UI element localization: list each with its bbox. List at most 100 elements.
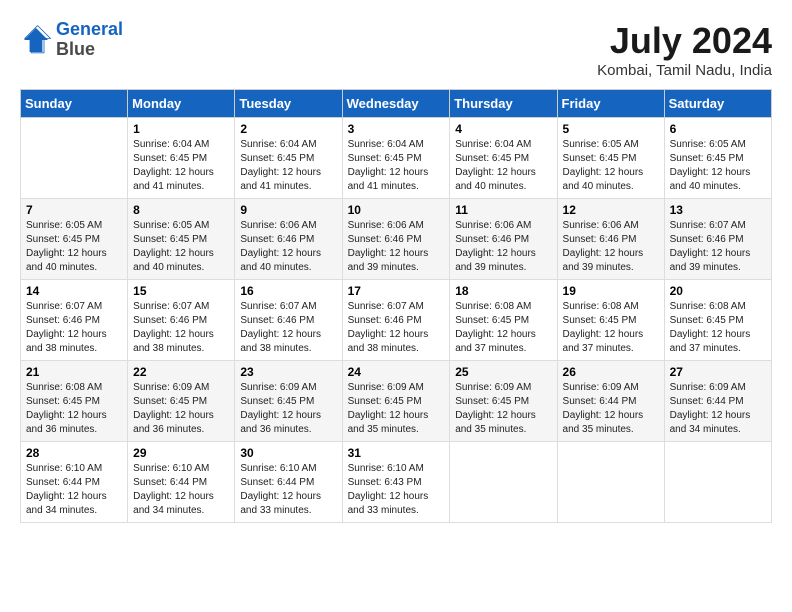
day-info: Sunrise: 6:08 AMSunset: 6:45 PMDaylight:… [26,381,122,437]
day-info: Sunrise: 6:08 AMSunset: 6:45 PMDaylight:… [455,300,551,356]
day-info: Sunrise: 6:04 AMSunset: 6:45 PMDaylight:… [455,138,551,194]
day-number: 4 [455,122,551,136]
week-row-3: 14 Sunrise: 6:07 AMSunset: 6:46 PMDayligh… [21,280,772,361]
day-number: 17 [348,284,445,298]
month-title: July 2024 [597,20,772,62]
day-info: Sunrise: 6:07 AMSunset: 6:46 PMDaylight:… [133,300,229,356]
calendar-cell: 29 Sunrise: 6:10 AMSunset: 6:44 PMDayligh… [128,442,235,523]
calendar-cell: 7 Sunrise: 6:05 AMSunset: 6:45 PMDaylight… [21,199,128,280]
week-row-2: 7 Sunrise: 6:05 AMSunset: 6:45 PMDaylight… [21,199,772,280]
day-info: Sunrise: 6:10 AMSunset: 6:43 PMDaylight:… [348,462,445,518]
calendar-cell: 5Sunrise: 6:05 AMSunset: 6:45 PMDaylight… [557,118,664,199]
day-info: Sunrise: 6:07 AMSunset: 6:46 PMDaylight:… [670,219,766,275]
day-number: 3 [348,122,445,136]
day-number: 30 [240,446,336,460]
day-info: Sunrise: 6:09 AMSunset: 6:45 PMDaylight:… [133,381,229,437]
day-number: 31 [348,446,445,460]
logo-text: GeneralBlue [56,20,123,60]
calendar-cell: 15Sunrise: 6:07 AMSunset: 6:46 PMDayligh… [128,280,235,361]
day-info: Sunrise: 6:07 AMSunset: 6:46 PMDaylight:… [26,300,122,356]
day-number: 10 [348,203,445,217]
calendar-cell: 1Sunrise: 6:04 AMSunset: 6:45 PMDaylight… [128,118,235,199]
day-number: 14 [26,284,122,298]
day-number: 7 [26,203,122,217]
day-info: Sunrise: 6:05 AMSunset: 6:45 PMDaylight:… [26,219,122,275]
day-info: Sunrise: 6:10 AMSunset: 6:44 PMDaylight:… [133,462,229,518]
calendar-cell: 16 Sunrise: 6:07 AMSunset: 6:46 PMDayligh… [235,280,342,361]
day-info: Sunrise: 6:10 AMSunset: 6:44 PMDaylight:… [26,462,122,518]
day-info: Sunrise: 6:10 AMSunset: 6:44 PMDaylight:… [240,462,336,518]
calendar-cell: 21 Sunrise: 6:08 AMSunset: 6:45 PMDayligh… [21,361,128,442]
day-info: Sunrise: 6:07 AMSunset: 6:46 PMDaylight:… [240,300,336,356]
day-number: 24 [348,365,445,379]
day-number: 25 [455,365,551,379]
week-row-1: 1Sunrise: 6:04 AMSunset: 6:45 PMDaylight… [21,118,772,199]
weekday-header-friday: Friday [557,90,664,118]
calendar-cell: 19 Sunrise: 6:08 AMSunset: 6:45 PMDayligh… [557,280,664,361]
day-info: Sunrise: 6:09 AMSunset: 6:45 PMDaylight:… [240,381,336,437]
calendar-cell: 17Sunrise: 6:07 AMSunset: 6:46 PMDayligh… [342,280,450,361]
day-number: 23 [240,365,336,379]
day-info: Sunrise: 6:06 AMSunset: 6:46 PMDaylight:… [455,219,551,275]
calendar-cell: 27 Sunrise: 6:09 AMSunset: 6:44 PMDayligh… [664,361,771,442]
calendar-cell: 2Sunrise: 6:04 AMSunset: 6:45 PMDaylight… [235,118,342,199]
day-number: 27 [670,365,766,379]
calendar-cell: 6 Sunrise: 6:05 AMSunset: 6:45 PMDaylight… [664,118,771,199]
day-info: Sunrise: 6:05 AMSunset: 6:45 PMDaylight:… [670,138,766,194]
calendar-cell: 24 Sunrise: 6:09 AMSunset: 6:45 PMDayligh… [342,361,450,442]
calendar-table: SundayMondayTuesdayWednesdayThursdayFrid… [20,89,772,523]
calendar-cell: 18 Sunrise: 6:08 AMSunset: 6:45 PMDayligh… [450,280,557,361]
day-number: 2 [240,122,336,136]
day-number: 20 [670,284,766,298]
day-info: Sunrise: 6:06 AMSunset: 6:46 PMDaylight:… [563,219,659,275]
calendar-cell: 26Sunrise: 6:09 AMSunset: 6:44 PMDayligh… [557,361,664,442]
week-row-4: 21 Sunrise: 6:08 AMSunset: 6:45 PMDayligh… [21,361,772,442]
weekday-header-wednesday: Wednesday [342,90,450,118]
logo: GeneralBlue [20,20,123,60]
day-info: Sunrise: 6:05 AMSunset: 6:45 PMDaylight:… [133,219,229,275]
day-number: 11 [455,203,551,217]
day-info: Sunrise: 6:06 AMSunset: 6:46 PMDaylight:… [240,219,336,275]
location: Kombai, Tamil Nadu, India [597,62,772,79]
title-block: July 2024 Kombai, Tamil Nadu, India [597,20,772,79]
day-number: 8 [133,203,229,217]
day-info: Sunrise: 6:04 AMSunset: 6:45 PMDaylight:… [133,138,229,194]
day-info: Sunrise: 6:09 AMSunset: 6:44 PMDaylight:… [563,381,659,437]
day-number: 22 [133,365,229,379]
day-number: 16 [240,284,336,298]
calendar-cell: 14 Sunrise: 6:07 AMSunset: 6:46 PMDayligh… [21,280,128,361]
day-number: 12 [563,203,659,217]
day-number: 6 [670,122,766,136]
logo-icon [20,24,52,56]
day-number: 9 [240,203,336,217]
calendar-cell: 31 Sunrise: 6:10 AMSunset: 6:43 PMDayligh… [342,442,450,523]
calendar-cell: 23 Sunrise: 6:09 AMSunset: 6:45 PMDayligh… [235,361,342,442]
day-number: 29 [133,446,229,460]
day-number: 19 [563,284,659,298]
calendar-cell [21,118,128,199]
calendar-cell: 22 Sunrise: 6:09 AMSunset: 6:45 PMDayligh… [128,361,235,442]
day-info: Sunrise: 6:08 AMSunset: 6:45 PMDaylight:… [563,300,659,356]
day-info: Sunrise: 6:09 AMSunset: 6:44 PMDaylight:… [670,381,766,437]
calendar-cell: 8 Sunrise: 6:05 AMSunset: 6:45 PMDaylight… [128,199,235,280]
day-info: Sunrise: 6:09 AMSunset: 6:45 PMDaylight:… [348,381,445,437]
day-number: 21 [26,365,122,379]
calendar-cell: 3 Sunrise: 6:04 AMSunset: 6:45 PMDaylight… [342,118,450,199]
day-info: Sunrise: 6:09 AMSunset: 6:45 PMDaylight:… [455,381,551,437]
day-info: Sunrise: 6:05 AMSunset: 6:45 PMDaylight:… [563,138,659,194]
calendar-cell: 12 Sunrise: 6:06 AMSunset: 6:46 PMDayligh… [557,199,664,280]
calendar-cell: 11 Sunrise: 6:06 AMSunset: 6:46 PMDayligh… [450,199,557,280]
weekday-header-row: SundayMondayTuesdayWednesdayThursdayFrid… [21,90,772,118]
calendar-cell: 28 Sunrise: 6:10 AMSunset: 6:44 PMDayligh… [21,442,128,523]
calendar-cell: 13 Sunrise: 6:07 AMSunset: 6:46 PMDayligh… [664,199,771,280]
weekday-header-saturday: Saturday [664,90,771,118]
day-number: 28 [26,446,122,460]
calendar-cell: 10 Sunrise: 6:06 AMSunset: 6:46 PMDayligh… [342,199,450,280]
day-number: 18 [455,284,551,298]
day-info: Sunrise: 6:08 AMSunset: 6:45 PMDaylight:… [670,300,766,356]
day-info: Sunrise: 6:04 AMSunset: 6:45 PMDaylight:… [348,138,445,194]
week-row-5: 28 Sunrise: 6:10 AMSunset: 6:44 PMDayligh… [21,442,772,523]
day-number: 13 [670,203,766,217]
day-info: Sunrise: 6:06 AMSunset: 6:46 PMDaylight:… [348,219,445,275]
weekday-header-tuesday: Tuesday [235,90,342,118]
